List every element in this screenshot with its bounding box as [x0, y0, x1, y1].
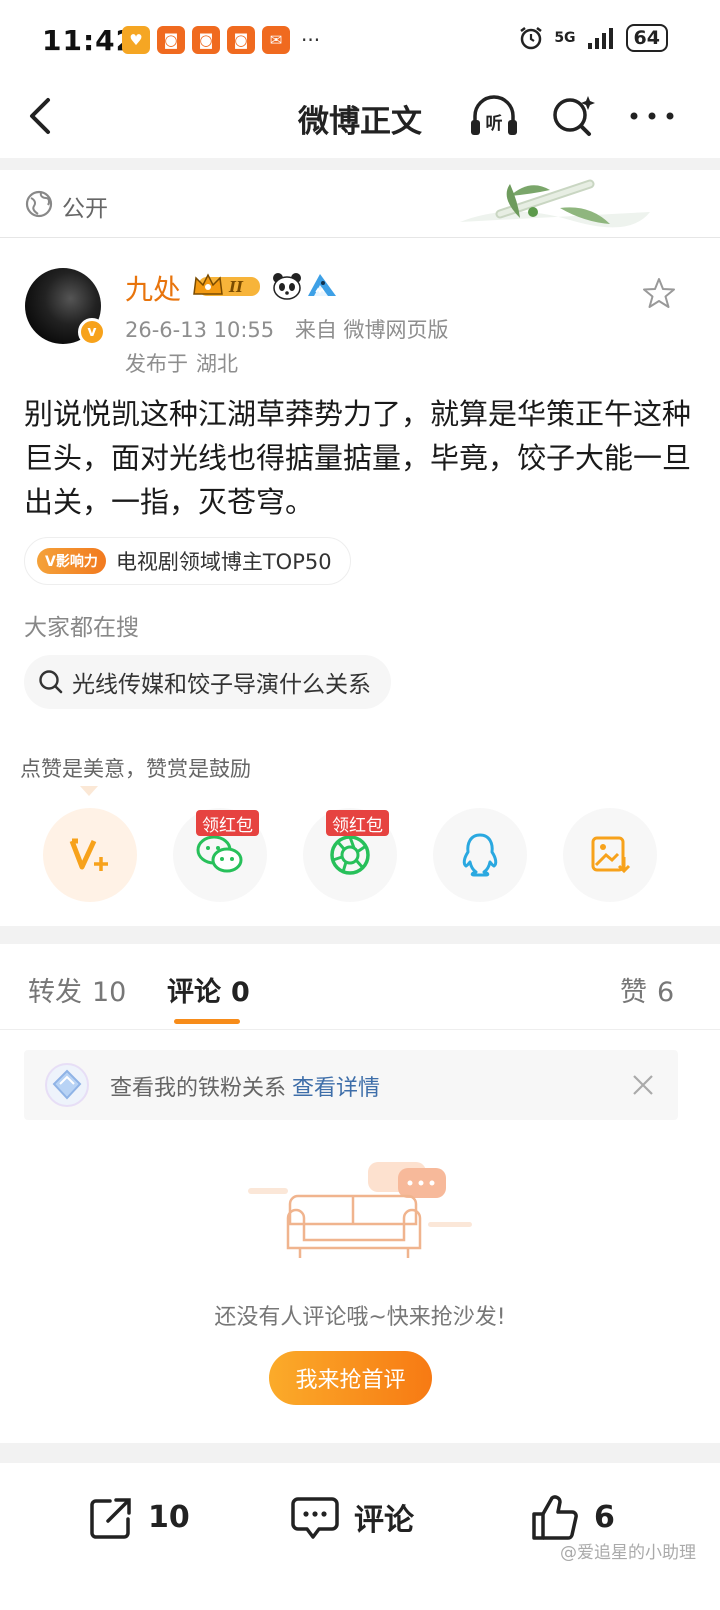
red-packet-tag: 领红包 [196, 810, 259, 836]
bottom-action-bar: 10 评论 6 [0, 1463, 720, 1610]
empty-sofa-illustration [248, 1162, 472, 1258]
post-meta: 26-6-13 10:55 来自 微博网页版 [125, 314, 463, 344]
search-icon [553, 96, 595, 136]
tooltip-caret [80, 786, 98, 796]
tab-like[interactable]: 赞6 [620, 970, 674, 1009]
tab-like-count: 6 [657, 977, 675, 1008]
search-icon [39, 670, 63, 694]
globe-icon [25, 190, 53, 218]
share-arrow-icon [90, 1498, 131, 1539]
more-icon [630, 112, 674, 120]
notification-icons: ♥ ◙ ◙ ◙ ✉ ··· [122, 26, 320, 54]
trending-search-query: 光线传媒和饺子导演什么关系 [72, 672, 371, 698]
system-icons: 5G 64 [518, 24, 668, 52]
empty-comments-text: 还没有人评论哦~快来抢沙发! [214, 1305, 506, 1330]
verified-badge-icon: v [78, 318, 106, 346]
save-image-icon [591, 836, 631, 874]
post-source: 来自 微博网页版 [294, 318, 449, 342]
like-button[interactable]: 6 [530, 1491, 615, 1543]
iron-fan-detail-link[interactable]: 查看详情 [292, 1076, 380, 1101]
username[interactable]: 九处 [125, 268, 181, 308]
app-icon: ◙ [157, 26, 185, 54]
level-label: II [228, 278, 244, 296]
location-prefix: 发布于 [125, 352, 188, 376]
tab-repost-label: 转发 [28, 977, 82, 1008]
visibility-label: 公开 [62, 196, 108, 222]
nav-bar: 微博正文 听 [0, 80, 720, 158]
influence-logo: V影响力 [37, 548, 106, 574]
weibo-watermark: @爱追星的小助理 [560, 1543, 696, 1563]
tab-like-label: 赞 [620, 977, 647, 1008]
tab-repost[interactable]: 转发 10 [28, 970, 126, 1009]
battery-indicator: 64 [625, 24, 668, 52]
signal-icon [587, 28, 613, 49]
crown-level-badge-icon[interactable]: II [190, 272, 264, 300]
qq-penguin-icon [462, 833, 498, 877]
more-notifications-icon: ··· [301, 28, 321, 52]
repost-button[interactable]: 10 [86, 1491, 190, 1543]
like-count: 6 [594, 1499, 615, 1535]
trending-search-heading: 大家都在搜 [24, 615, 139, 641]
envelope-app-icon: ✉ [262, 26, 290, 54]
iron-fan-text: 查看我的铁粉关系 查看详情 [110, 1070, 380, 1102]
share-qq-button[interactable] [433, 808, 527, 902]
location-value: 湖北 [196, 352, 238, 376]
app-icon: ◙ [192, 26, 220, 54]
tab-repost-count: 10 [92, 977, 127, 1008]
wechat-icon [196, 835, 243, 873]
post-timestamp: 26-6-13 10:55 [125, 318, 275, 342]
status-bar: 11:42 ♥ ◙ ◙ ◙ ✉ ··· 5G 64 [0, 0, 720, 80]
active-tab-indicator [174, 1019, 240, 1024]
visibility-row: 公开 [0, 170, 720, 238]
post-location: 发布于 湖北 [125, 348, 238, 378]
alarm-icon [520, 27, 543, 50]
comment-button[interactable]: 评论 [290, 1491, 414, 1543]
influence-tag[interactable]: V影响力 电视剧领域博主TOP50 [24, 537, 351, 585]
moments-aperture-icon [330, 835, 370, 875]
tab-comment-label: 评论 [167, 977, 221, 1008]
close-icon[interactable] [630, 1072, 656, 1098]
comment-label: 评论 [354, 1503, 414, 1538]
headphones-icon: 听 [471, 95, 517, 135]
reward-tip: 点赞是美意，赞赏是鼓励 [20, 757, 251, 781]
search-button[interactable] [548, 92, 600, 140]
section-divider [0, 926, 720, 944]
iron-fan-banner[interactable]: 查看我的铁粉关系 查看详情 [24, 1050, 678, 1120]
iron-fan-label: 查看我的铁粉关系 [110, 1076, 287, 1101]
listen-button[interactable]: 听 [468, 92, 520, 140]
panda-badge-icon[interactable] [272, 272, 302, 300]
favorite-star-button[interactable] [642, 276, 676, 310]
thumbs-up-icon [532, 1495, 578, 1540]
comment-bubble-icon [291, 1497, 339, 1539]
vip-plus-icon [69, 838, 108, 871]
shark-badge-icon[interactable] [306, 270, 338, 300]
diamond-gem-icon [45, 1063, 89, 1107]
app-icon: ◙ [227, 26, 255, 54]
network-type: 5G [554, 30, 576, 46]
reward-vip-button[interactable] [43, 808, 137, 902]
save-image-button[interactable] [563, 808, 657, 902]
page-title: 微博正文 [298, 104, 422, 140]
listen-label: 听 [486, 113, 503, 134]
section-divider [0, 158, 720, 170]
first-comment-button[interactable]: 我来抢首评 [269, 1351, 432, 1405]
tab-comment[interactable]: 评论 0 [167, 970, 250, 1009]
influence-text: 电视剧领域博主TOP50 [115, 550, 332, 574]
trending-search-chip[interactable]: 光线传媒和饺子导演什么关系 [24, 655, 391, 709]
red-packet-tag: 领红包 [326, 810, 389, 836]
section-divider [0, 1443, 720, 1463]
interaction-tabs: 转发 10 评论 0 赞6 [0, 944, 720, 1030]
heart-app-icon: ♥ [122, 26, 150, 54]
decorative-flute-banner [460, 179, 650, 228]
repost-count: 10 [148, 1499, 190, 1535]
tab-comment-count: 0 [231, 977, 250, 1008]
post-text: 别说悦凯这种江湖草莽势力了，就算是华策正午这种巨头，面对光线也得掂量掂量，毕竟，… [24, 397, 692, 519]
more-button[interactable] [626, 92, 678, 140]
